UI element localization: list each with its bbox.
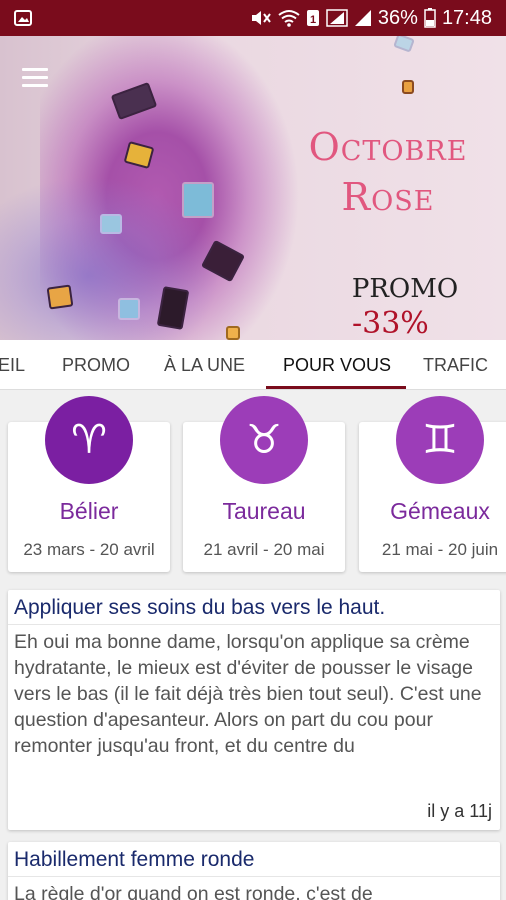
banner-discount: -33% bbox=[352, 306, 429, 340]
tablet-graphic bbox=[402, 80, 414, 94]
article-card[interactable]: Habillement femme ronde La règle d'or qu… bbox=[8, 842, 500, 900]
tablet-graphic bbox=[46, 284, 74, 310]
tab-bar: EIL PROMO À LA UNE POUR VOUS TRAFIC bbox=[0, 340, 506, 390]
article-card[interactable]: Appliquer ses soins du bas vers le haut.… bbox=[8, 590, 500, 830]
banner-title: Octobre Rose bbox=[288, 122, 488, 222]
tablet-graphic bbox=[393, 36, 415, 53]
article-timestamp: il y a 11j bbox=[427, 801, 492, 821]
article-title: Appliquer ses soins du bas vers le haut. bbox=[8, 590, 500, 625]
zodiac-dates: 21 mai - 20 juin bbox=[381, 540, 499, 559]
tab-pour-vous[interactable]: POUR VOUS bbox=[283, 340, 391, 390]
zodiac-dates: 21 avril - 20 mai bbox=[203, 540, 325, 559]
article-excerpt: La règle d'or quand on est ronde, c'est … bbox=[14, 883, 373, 900]
zodiac-name: Gémeaux bbox=[390, 498, 490, 524]
clock: 17:48 bbox=[441, 6, 492, 29]
zodiac-card-taureau[interactable]: ♉ Taureau 21 avril - 20 mai bbox=[183, 396, 345, 572]
active-tab-indicator bbox=[266, 386, 406, 389]
zodiac-card-gemeaux[interactable]: ♊ Gémeaux 21 mai - 20 juin bbox=[359, 396, 506, 572]
zodiac-card-belier[interactable]: ♈ Bélier 23 mars - 20 avril bbox=[8, 396, 170, 572]
signal-icon-2 bbox=[354, 9, 372, 27]
promo-banner[interactable]: Octobre Rose PROMO -33% bbox=[0, 36, 506, 340]
wifi-icon bbox=[278, 9, 300, 27]
taurus-icon: ♉ bbox=[220, 396, 308, 484]
tablet-graphic bbox=[118, 298, 140, 320]
tablet-graphic bbox=[100, 214, 122, 234]
tab-promo[interactable]: PROMO bbox=[62, 340, 130, 390]
tablet-graphic bbox=[226, 326, 240, 340]
zodiac-carousel[interactable]: ♈ Bélier 23 mars - 20 avril ♉ Taureau 21… bbox=[0, 390, 506, 585]
zodiac-name: Taureau bbox=[222, 498, 306, 524]
battery-icon bbox=[424, 8, 436, 28]
gemini-icon: ♊ bbox=[396, 396, 484, 484]
zodiac-dates: 23 mars - 20 avril bbox=[23, 540, 155, 559]
banner-title-line2: Rose bbox=[341, 175, 435, 219]
article-excerpt: Eh oui ma bonne dame, lorsqu'on applique… bbox=[14, 631, 482, 757]
aries-icon: ♈ bbox=[45, 396, 133, 484]
svg-text:1: 1 bbox=[310, 14, 316, 26]
menu-icon[interactable] bbox=[22, 68, 48, 88]
tab-a-la-une[interactable]: À LA UNE bbox=[164, 340, 245, 390]
banner-promo-label: PROMO bbox=[351, 274, 459, 304]
article-title: Habillement femme ronde bbox=[8, 842, 500, 877]
data-icon: 1 bbox=[306, 9, 320, 27]
image-icon bbox=[14, 9, 32, 27]
mute-icon bbox=[250, 9, 272, 27]
tablet-graphic bbox=[182, 182, 214, 218]
tab-trafic[interactable]: TRAFIC bbox=[423, 340, 488, 390]
battery-percent: 36% bbox=[377, 6, 418, 29]
banner-title-line1: Octobre bbox=[308, 125, 468, 169]
status-bar: 1 36% 17:48 bbox=[0, 0, 506, 36]
zodiac-name: Bélier bbox=[59, 498, 119, 524]
tab-accueil[interactable]: EIL bbox=[0, 340, 25, 390]
signal-icon bbox=[326, 9, 348, 27]
